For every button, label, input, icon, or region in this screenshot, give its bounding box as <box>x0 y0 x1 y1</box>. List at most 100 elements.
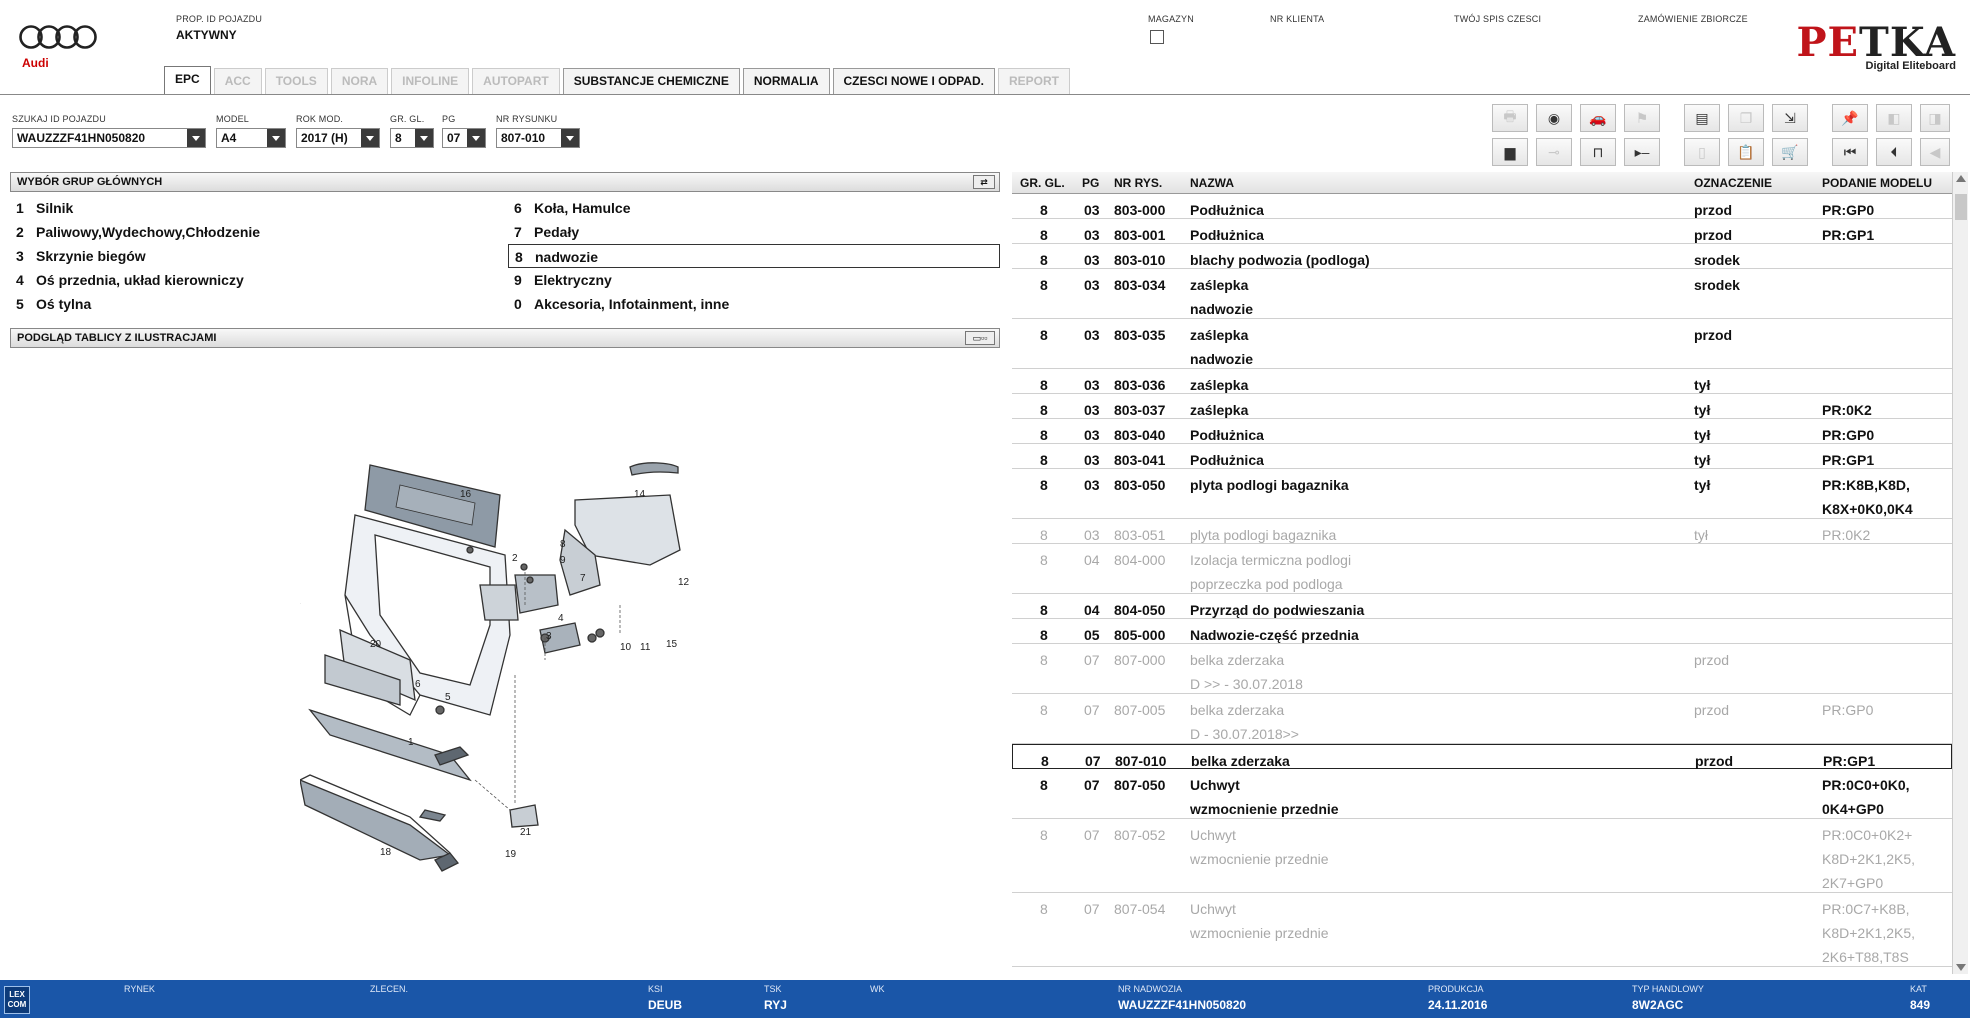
callout-12[interactable]: 12 <box>678 577 690 588</box>
parts-row[interactable]: 8 03 803-051 plyta podlogi bagaznika tył PR:0… <box>1012 519 1952 544</box>
pg-select[interactable]: 07 <box>442 128 486 148</box>
parts-row[interactable]: 8 03 803-001 Podłużnica przod PR:GP1 <box>1012 219 1952 244</box>
drawing-nr-select[interactable]: 807-010 <box>496 128 580 148</box>
prev-icon[interactable]: ⏴ <box>1876 138 1912 166</box>
clipboard-icon[interactable]: 📋 <box>1728 138 1764 166</box>
group-item-0[interactable]: 0 Akcesoria, Infotainment, inne <box>508 292 1000 316</box>
parts-row[interactable]: 8 05 805-000 Nadwozie-część przednia <box>1012 619 1952 644</box>
back-icon[interactable]: ◀ <box>1920 138 1950 166</box>
scroll-up-icon[interactable] <box>1956 175 1966 182</box>
group-item-6[interactable]: 6 Koła, Hamulce <box>508 196 1000 220</box>
callout-8[interactable]: 8 <box>560 539 566 550</box>
group-item-2[interactable]: 2 Paliwowy,Wydechowy,Chłodzenie <box>10 220 510 244</box>
tab-report[interactable]: REPORT <box>997 68 1070 94</box>
parts-row[interactable]: 8 03 803-050 plyta podlogi bagaznika tył PR:K… <box>1012 469 1952 519</box>
vehicle-id-select[interactable]: WAUZZZF41HN050820 <box>12 128 206 148</box>
parts-row[interactable]: 8 04 804-050 Przyrząd do podwieszania <box>1012 594 1952 619</box>
parts-row[interactable]: 8 03 803-037 zaślepka tył PR:0K2 <box>1012 394 1952 419</box>
phone-doc-icon[interactable]: ▯ <box>1684 138 1720 166</box>
callout-14[interactable]: 14 <box>634 489 646 500</box>
tab-tools[interactable]: TOOLS <box>264 68 328 94</box>
col-header-oznaczenie[interactable]: OZNACZENIE <box>1694 176 1772 190</box>
parts-row[interactable]: 8 07 807-010 belka zderzaka przod PR:GP1 <box>1012 744 1952 769</box>
callout-16[interactable]: 16 <box>460 489 472 500</box>
scroll-thumb[interactable] <box>1955 194 1967 220</box>
scroll-down-icon[interactable] <box>1956 964 1966 971</box>
year-select[interactable]: 2017 (H) <box>296 128 380 148</box>
parts-row[interactable]: 8 03 803-035 zaślepka przod nadwozie <box>1012 319 1952 369</box>
callout-2[interactable]: 2 <box>512 553 518 564</box>
tab-epc[interactable]: EPC <box>164 66 211 94</box>
print-icon[interactable]: 🖶 <box>1492 104 1528 132</box>
exploded-parts-illustration[interactable]: 16 2 8 9 14 7 12 3 4 10 11 15 5 20 6 1 2… <box>300 455 720 875</box>
callout-5[interactable]: 5 <box>445 692 451 703</box>
tab-autopart[interactable]: AUTOPART <box>472 68 560 94</box>
parts-row[interactable]: 8 03 803-010 blachy podwozia (podloga) srode… <box>1012 244 1952 269</box>
doc-prev-icon[interactable]: ◧ <box>1876 104 1912 132</box>
tab-normalia[interactable]: NORMALIA <box>742 68 830 94</box>
col-header-gr[interactable]: GR. GL. <box>1020 176 1065 190</box>
parts-row[interactable]: 8 07 807-052 Uchwyt PR:0C0+0K2+ wzmocnienie p… <box>1012 819 1952 893</box>
callout-7[interactable]: 7 <box>580 573 586 584</box>
col-header-pg[interactable]: PG <box>1082 176 1099 190</box>
magazyn-checkbox[interactable] <box>1150 30 1164 44</box>
callout-10[interactable]: 10 <box>620 642 632 653</box>
group-item-7[interactable]: 7 Pedały <box>508 220 1000 244</box>
tab-czesci-nowe[interactable]: CZESCI NOWE I ODPAD. <box>832 68 995 94</box>
parts-row[interactable]: 8 03 803-000 Podłużnica przod PR:GP0 <box>1012 194 1952 219</box>
parts-row[interactable]: 8 03 803-041 Podłużnica tył PR:GP1 <box>1012 444 1952 469</box>
user-badge-icon[interactable]: ◉ <box>1536 104 1572 132</box>
callout-9[interactable]: 9 <box>560 555 566 566</box>
link-icon[interactable]: ⇄ <box>973 175 995 189</box>
pin-icon[interactable]: 📌 <box>1832 104 1868 132</box>
model-select[interactable]: A4 <box>216 128 286 148</box>
doc-copy-icon[interactable]: ❐ <box>1728 104 1764 132</box>
first-icon[interactable]: ⏮ <box>1832 138 1868 166</box>
group-item-1[interactable]: 1 Silnik <box>10 196 510 220</box>
col-header-name[interactable]: NAZWA <box>1190 176 1234 190</box>
view-mode-icon[interactable]: ▭▫▫ <box>965 331 995 345</box>
callout-11[interactable]: 11 <box>640 642 651 653</box>
tab-acc[interactable]: ACC <box>213 68 262 94</box>
parts-scrollbar[interactable] <box>1952 172 1968 974</box>
cart-export-icon[interactable]: ⇲ <box>1772 104 1808 132</box>
parts-row[interactable]: 8 03 803-040 Podłużnica tył PR:GP0 <box>1012 419 1952 444</box>
parts-row[interactable]: 8 07 807-054 Uchwyt PR:0C7+K8B, wzmocnienie p… <box>1012 893 1952 967</box>
group-item-4[interactable]: 4 Oś przednia, układ kierowniczy <box>10 268 510 292</box>
toggle-icon[interactable]: ⊸ <box>1536 138 1572 166</box>
group-item-8[interactable]: 8 nadwozie <box>508 244 1000 268</box>
callout-20[interactable]: 20 <box>370 639 382 650</box>
callout-3[interactable]: 3 <box>546 631 552 642</box>
parts-row[interactable]: 8 07 807-050 Uchwyt PR:0C0+0K0, wzmocnienie p… <box>1012 769 1952 819</box>
callout-4[interactable]: 4 <box>558 613 564 624</box>
parts-row[interactable]: 8 07 807-000 belka zderzaka przod D >> - 30.0… <box>1012 644 1952 694</box>
callout-1[interactable]: 1 <box>408 737 414 748</box>
tab-infoline[interactable]: INFOLINE <box>391 68 470 94</box>
monitor-icon[interactable]: ▆ <box>1492 138 1528 166</box>
callout-15[interactable]: 15 <box>666 639 678 650</box>
kennz-icon[interactable]: ▤ <box>1684 104 1720 132</box>
col-header-nr[interactable]: NR RYS. <box>1114 176 1162 190</box>
flag-icon[interactable]: ⚑ <box>1624 104 1660 132</box>
callout-18[interactable]: 18 <box>380 847 392 858</box>
car-lift-icon[interactable]: ⊓ <box>1580 138 1616 166</box>
group-item-5[interactable]: 5 Oś tylna <box>10 292 510 316</box>
chevron-down-icon <box>187 129 205 147</box>
play-dash-icon[interactable]: ▸– <box>1624 138 1660 166</box>
callout-21[interactable]: 21 <box>520 827 532 838</box>
parts-row[interactable]: 8 07 807-005 belka zderzaka przod PR:GP0 D - 3… <box>1012 694 1952 744</box>
callout-19[interactable]: 19 <box>505 849 517 860</box>
tab-substancje-chemiczne[interactable]: SUBSTANCJE CHEMICZNE <box>562 68 740 94</box>
car-icon[interactable]: 🚗 <box>1580 104 1616 132</box>
group-item-3[interactable]: 3 Skrzynie biegów <box>10 244 510 268</box>
doc-next-icon[interactable]: ◨ <box>1920 104 1950 132</box>
group-item-9[interactable]: 9 Elektryczny <box>508 268 1000 292</box>
col-header-podanie-modelu[interactable]: PODANIE MODELU <box>1822 176 1932 190</box>
main-group-select[interactable]: 8 <box>390 128 434 148</box>
parts-row[interactable]: 8 03 803-036 zaślepka tył <box>1012 369 1952 394</box>
cart-icon[interactable]: 🛒 <box>1772 138 1808 166</box>
tab-nora[interactable]: NORA <box>330 68 389 94</box>
callout-6[interactable]: 6 <box>415 679 421 690</box>
parts-row[interactable]: 8 04 804-000 Izolacja termiczna podlogi popr… <box>1012 544 1952 594</box>
parts-row[interactable]: 8 03 803-034 zaślepka srodek nadwozie <box>1012 269 1952 319</box>
